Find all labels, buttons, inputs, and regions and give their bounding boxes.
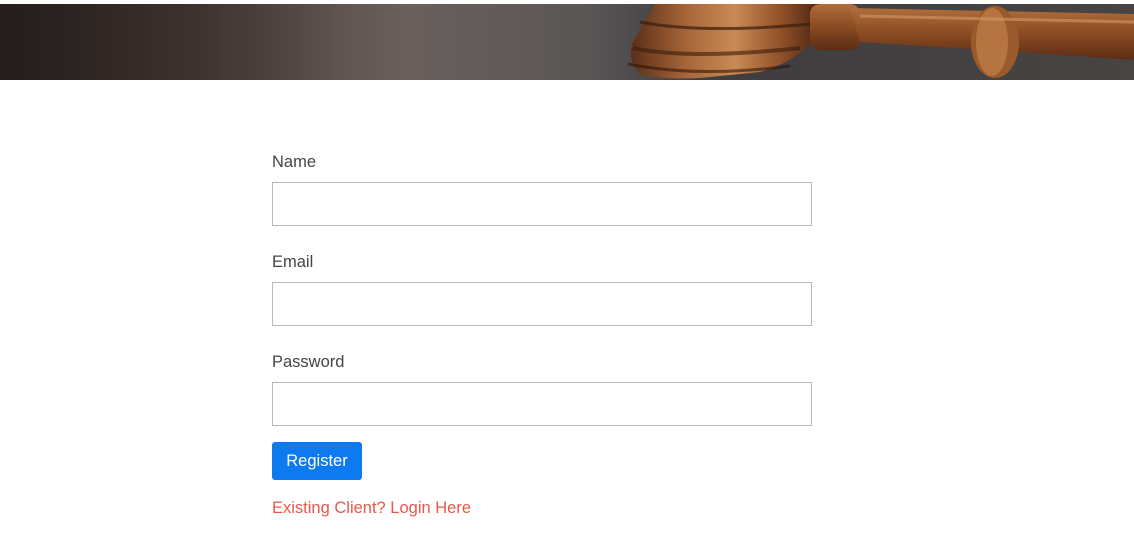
password-input[interactable] <box>272 382 812 426</box>
password-label: Password <box>272 353 345 371</box>
gavel-image <box>0 4 1134 80</box>
hero-banner <box>0 4 1134 80</box>
register-button[interactable]: Register <box>272 442 362 480</box>
name-label: Name <box>272 153 317 171</box>
name-input[interactable] <box>272 182 812 226</box>
login-link[interactable]: Existing Client? Login Here <box>272 497 471 519</box>
email-input[interactable] <box>272 282 812 326</box>
registration-form: Name Email Password Register Existing Cl… <box>272 150 812 519</box>
email-label: Email <box>272 253 314 271</box>
